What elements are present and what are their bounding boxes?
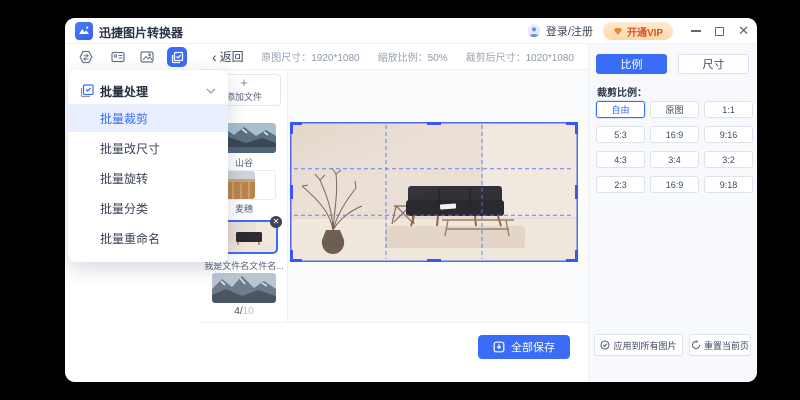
open-vip-button[interactable]: 开通VIP bbox=[602, 22, 674, 40]
back-label: 返回 bbox=[219, 50, 244, 64]
reset-icon bbox=[691, 340, 701, 350]
ratio-16-9-b[interactable]: 16:9 bbox=[650, 176, 699, 193]
crop-handle-right bbox=[575, 185, 578, 199]
remove-file-icon[interactable]: ✕ bbox=[270, 216, 282, 228]
plus-icon: + bbox=[240, 75, 248, 90]
desktop-background: 迅捷图片转换器 登录/注册 开通VIP ✕ ‹ 返回 原图尺寸：1920*108… bbox=[0, 0, 800, 400]
crop-canvas bbox=[288, 70, 588, 322]
ratio-3-4[interactable]: 3:4 bbox=[650, 151, 699, 168]
vip-diamond-icon bbox=[613, 27, 622, 35]
id-photo-icon[interactable] bbox=[109, 48, 127, 66]
chevron-down-icon bbox=[206, 88, 216, 94]
menu-item-batch-resize[interactable]: 批量改尺寸 bbox=[68, 134, 228, 162]
title-bar: 迅捷图片转换器 登录/注册 开通VIP ✕ bbox=[65, 18, 757, 44]
footer-bar: 全部保存 bbox=[200, 322, 588, 382]
image-stats: 原图尺寸：1920*1080 缩放比例：50% 裁剪后尺寸：1020*1080 bbox=[261, 49, 574, 64]
download-icon bbox=[493, 341, 505, 353]
app-logo-icon bbox=[75, 22, 93, 40]
crop-settings-panel: 比例 尺寸 裁剪比例： 自由 原图 1:1 5:3 16:9 9:16 4:3 … bbox=[588, 44, 757, 382]
canvas-toolbar: ‹ 返回 原图尺寸：1920*1080 缩放比例：50% 裁剪后尺寸：1020*… bbox=[200, 44, 588, 70]
original-size-stat: 原图尺寸：1920*1080 bbox=[261, 53, 360, 64]
menu-item-batch-classify[interactable]: 批量分类 bbox=[68, 194, 228, 222]
ratio-original[interactable]: 原图 bbox=[650, 101, 699, 118]
login-label: 登录/注册 bbox=[545, 26, 593, 38]
ratio-5-3[interactable]: 5:3 bbox=[596, 126, 645, 143]
crop-handle-left bbox=[290, 185, 293, 199]
ratio-9-18[interactable]: 9:18 bbox=[704, 176, 753, 193]
crop-handle-bottom-left bbox=[290, 250, 302, 262]
apply-to-all-button[interactable]: 应用到所有图片 bbox=[594, 334, 683, 356]
app-title: 迅捷图片转换器 bbox=[99, 26, 184, 40]
image-edit-icon[interactable] bbox=[138, 48, 156, 66]
zoom-ratio-stat: 缩放比例：50% bbox=[377, 53, 448, 64]
crop-handle-bottom bbox=[427, 259, 441, 262]
crop-handle-bottom-right bbox=[566, 250, 578, 262]
login-register-button[interactable]: 登录/注册 bbox=[527, 23, 593, 39]
batch-menu-header[interactable]: 批量处理 bbox=[68, 78, 228, 104]
ratio-1-1[interactable]: 1:1 bbox=[704, 101, 753, 118]
ratio-16-9[interactable]: 16:9 bbox=[650, 126, 699, 143]
menu-item-batch-rename[interactable]: 批量重命名 bbox=[68, 224, 228, 252]
reset-page-label: 重置当前页 bbox=[703, 340, 749, 351]
back-button[interactable]: ‹ 返回 bbox=[212, 48, 244, 65]
minimize-button[interactable] bbox=[691, 30, 702, 32]
menu-item-batch-crop[interactable]: 批量裁剪 bbox=[68, 104, 228, 132]
thumbnail-mountain[interactable] bbox=[212, 273, 276, 303]
crop-overlay[interactable] bbox=[290, 122, 578, 262]
format-convert-icon[interactable] bbox=[77, 48, 95, 66]
apply-icon bbox=[600, 340, 611, 350]
app-window: 迅捷图片转换器 登录/注册 开通VIP ✕ ‹ 返回 原图尺寸：1920*108… bbox=[65, 18, 757, 382]
crop-ratio-label: 裁剪比例： bbox=[597, 88, 647, 99]
add-file-label: 添加文件 bbox=[225, 92, 262, 102]
ratio-2-3[interactable]: 2:3 bbox=[596, 176, 645, 193]
batch-menu-title: 批量处理 bbox=[100, 84, 149, 99]
ratio-9-16[interactable]: 9:16 bbox=[704, 126, 753, 143]
crop-handle-top-left bbox=[290, 122, 302, 134]
tab-size[interactable]: 尺寸 bbox=[678, 54, 749, 74]
batch-process-icon[interactable] bbox=[167, 47, 187, 67]
batch-menu-dropdown: 批量处理 批量裁剪 批量改尺寸 批量旋转 批量分类 批量重命名 bbox=[68, 70, 228, 262]
mode-icon-strip bbox=[65, 44, 200, 70]
menu-item-batch-rotate[interactable]: 批量旋转 bbox=[68, 164, 228, 192]
ratio-free[interactable]: 自由 bbox=[596, 101, 645, 118]
tab-ratio[interactable]: 比例 bbox=[596, 54, 667, 74]
ratio-3-2[interactable]: 3:2 bbox=[704, 151, 753, 168]
ratio-4-3[interactable]: 4:3 bbox=[596, 151, 645, 168]
crop-handle-top bbox=[427, 122, 441, 125]
batch-stack-icon bbox=[80, 84, 94, 98]
maximize-button[interactable] bbox=[715, 26, 725, 36]
cropped-size-stat: 裁剪后尺寸：1020*1080 bbox=[465, 53, 574, 64]
save-all-label: 全部保存 bbox=[511, 342, 555, 354]
crop-region[interactable] bbox=[290, 122, 578, 262]
file-counter: 4/10 bbox=[234, 306, 254, 317]
crop-handle-top-right bbox=[566, 122, 578, 134]
avatar-icon bbox=[527, 24, 541, 38]
vip-label: 开通VIP bbox=[626, 27, 664, 39]
reset-page-button[interactable]: 重置当前页 bbox=[689, 334, 751, 356]
save-all-button[interactable]: 全部保存 bbox=[478, 335, 570, 359]
close-button[interactable]: ✕ bbox=[738, 24, 749, 37]
back-chevron-icon: ‹ bbox=[212, 48, 217, 65]
apply-to-all-label: 应用到所有图片 bbox=[613, 340, 677, 351]
